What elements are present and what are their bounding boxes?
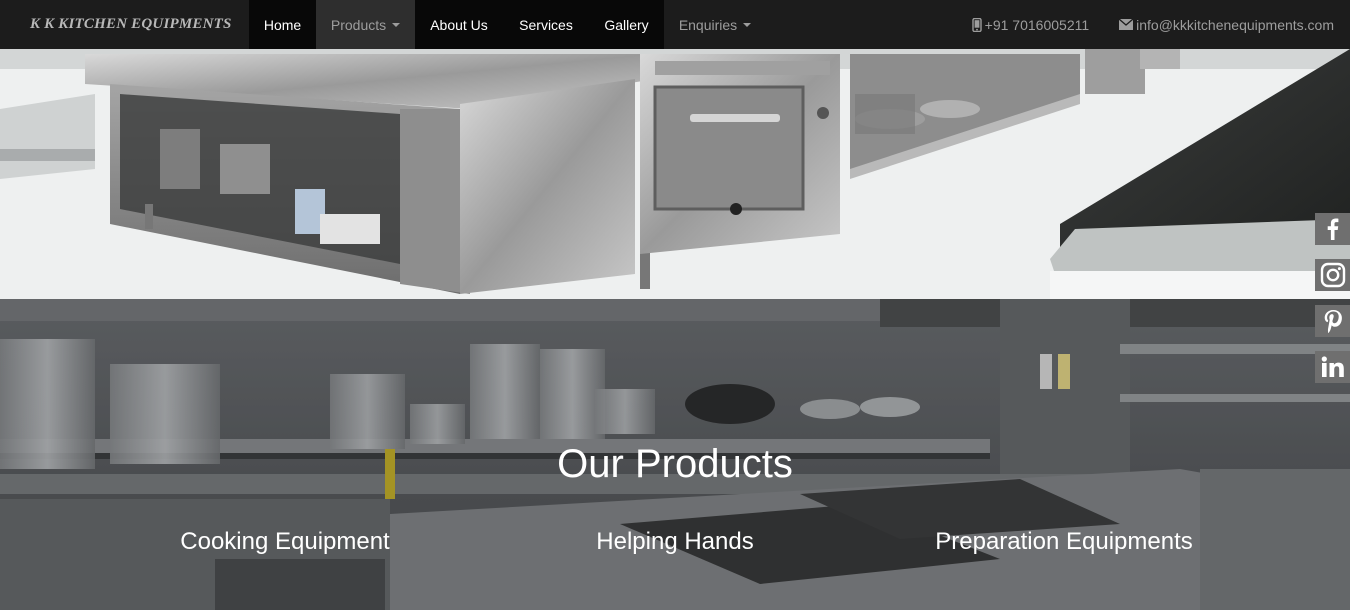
category-helping-hands[interactable]: Helping Hands (596, 528, 753, 556)
nav-contact: +91 7016005211 info@kkkitchenequipments.… (971, 0, 1350, 49)
nav-home-label: Home (263, 16, 302, 33)
products-section: Our Products Cooking Equipment Helping H… (0, 299, 1350, 610)
nav-home[interactable]: Home (249, 0, 316, 49)
linkedin-icon (1321, 356, 1344, 377)
nav-gallery-label: Gallery (604, 16, 649, 33)
social-sidebar (1315, 213, 1350, 397)
phone-number: +91 7016005211 (984, 16, 1090, 33)
chevron-down-icon (392, 22, 401, 27)
nav-about-us-label: About Us (430, 16, 488, 33)
instagram-icon (1320, 262, 1345, 288)
instagram-link[interactable] (1315, 259, 1350, 291)
envelope-icon (1119, 19, 1134, 30)
brand-logo[interactable]: K K KITCHEN EQUIPMENTS (0, 0, 249, 49)
facebook-icon (1327, 218, 1338, 240)
nav-products-label: Products (330, 16, 387, 33)
pinterest-icon (1324, 310, 1342, 333)
nav-services[interactable]: Services (503, 0, 589, 49)
top-navbar: K K KITCHEN EQUIPMENTS Home Products Abo… (0, 0, 1350, 49)
phone-contact[interactable]: +91 7016005211 (971, 16, 1090, 33)
mobile-phone-icon (971, 17, 982, 32)
nav-gallery[interactable]: Gallery (589, 0, 664, 49)
chevron-down-icon (743, 22, 752, 27)
nav-services-label: Services (519, 16, 573, 33)
category-cooking-equipment[interactable]: Cooking Equipment (180, 528, 389, 556)
pinterest-link[interactable] (1315, 305, 1350, 337)
nav-enquiries[interactable]: Enquiries (664, 0, 766, 49)
hero-banner-image (0, 49, 1350, 299)
nav-enquiries-label: Enquiries (678, 16, 738, 33)
nav-products[interactable]: Products (316, 0, 415, 49)
nav-about-us[interactable]: About Us (415, 0, 503, 49)
products-heading: Our Products (557, 442, 793, 486)
email-address: info@kkkitchenequipments.com (1136, 16, 1334, 33)
email-contact[interactable]: info@kkkitchenequipments.com (1119, 17, 1334, 33)
kitchen-equipment-illustration (0, 49, 1350, 299)
linkedin-link[interactable] (1315, 351, 1350, 383)
facebook-link[interactable] (1315, 213, 1350, 245)
category-preparation-equipments[interactable]: Preparation Equipments (935, 528, 1192, 556)
